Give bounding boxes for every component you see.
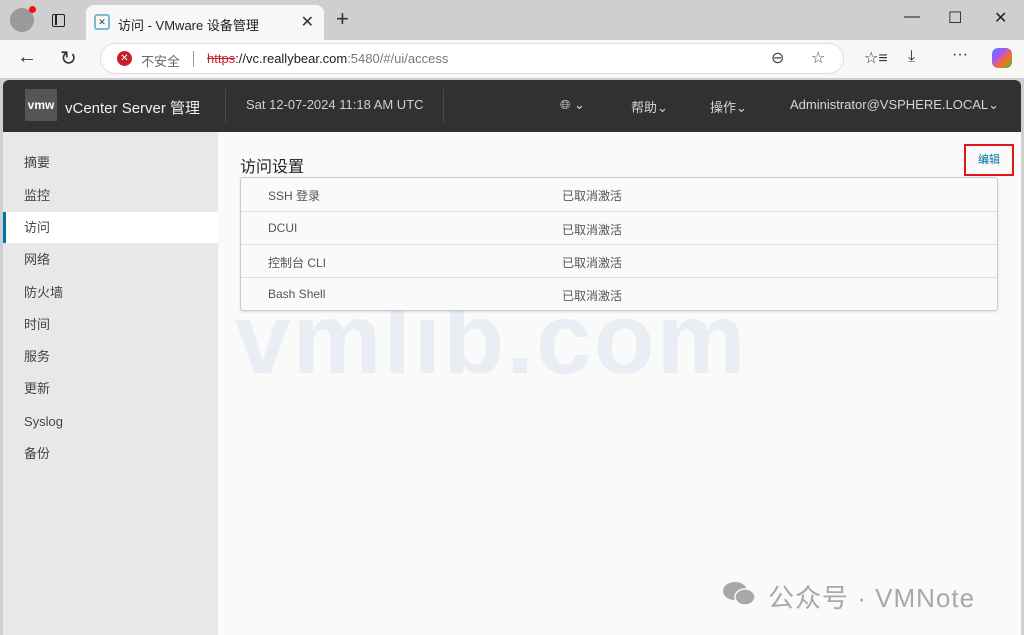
not-secure-label[interactable]: 不安全 [141,51,180,70]
user-menu[interactable]: Administrator@VSPHERE.LOCAL⌄ [790,97,999,113]
favorites-icon[interactable]: ☆≡ [864,48,888,68]
not-secure-icon: ✕ [117,51,132,66]
vmw-logo: vmw [25,89,57,121]
divider [443,89,444,123]
access-settings-table: SSH 登录 已取消激活 DCUI 已取消激活 控制台 CLI 已取消激活 Bash … [240,177,998,311]
setting-value: 已取消激活 [562,289,623,303]
table-row: DCUI 已取消激活 [241,211,997,244]
favorite-star-icon[interactable]: ☆ [811,48,825,68]
wechat-icon [723,582,756,606]
new-tab-button[interactable]: + [336,6,349,32]
url-scheme: https [207,51,236,66]
sidebar-item-update[interactable]: 更新 [3,373,218,404]
more-icon[interactable]: ··· [952,46,968,64]
sidebar-item-services[interactable]: 服务 [3,341,218,372]
app-header: vmw vCenter Server 管理 Sat 12-07-2024 11:… [3,80,1021,132]
footer-watermark: 公众号 · VMNote [768,583,976,613]
tab-title: 访问 - VMware 设备管理 [118,18,259,33]
sidebar-item-time[interactable]: 时间 [3,309,218,340]
tab-actions-icon[interactable] [52,14,65,27]
help-label: 帮助 [631,100,658,115]
page-title: 访问设置 [240,159,305,176]
help-menu[interactable]: 帮助⌄ [631,97,668,116]
main-content: vmlib.com 访问设置 编辑 SSH 登录 已取消激活 DCUI 已取消激活 … [218,132,1021,635]
product-title: vCenter Server 管理 [65,100,201,117]
minimize-icon[interactable]: — [904,8,920,26]
address-bar[interactable]: ✕ 不安全 https://vc.reallybear.com:5480/#/u… [100,43,844,74]
sidebar-item-networking[interactable]: 网络 [3,244,218,275]
vmware-favicon-icon: ✕ [94,14,110,30]
copilot-icon[interactable] [992,48,1012,68]
browser-tab[interactable]: ✕ 访问 - VMware 设备管理 ✕ [86,5,324,40]
sidebar-item-syslog[interactable]: Syslog [3,406,218,437]
edit-button[interactable]: 编辑 [964,144,1014,176]
refresh-icon[interactable]: ↻ [60,46,77,71]
url-path: :5480/#/ui/access [347,51,449,66]
divider [193,51,194,67]
close-tab-icon[interactable]: ✕ [301,12,314,32]
table-row: SSH 登录 已取消激活 [241,178,997,211]
zoom-out-icon[interactable]: ⊖ [771,48,784,68]
profile-avatar[interactable] [10,6,36,32]
actions-menu[interactable]: 操作⌄ [710,97,747,116]
language-globe-icon[interactable]: 🌐︎ ⌄ [560,97,585,113]
sidebar-item-backup[interactable]: 备份 [3,438,218,469]
setting-name: Bash Shell [268,287,326,301]
sidebar-item-summary[interactable]: 摘要 [3,147,218,178]
maximize-icon[interactable]: ☐ [948,8,962,28]
url-host: ://vc.reallybear.com [235,51,348,66]
user-label: Administrator@VSPHERE.LOCAL [790,97,989,112]
setting-value: 已取消激活 [562,223,623,237]
actions-label: 操作 [710,100,737,115]
setting-name: SSH 登录 [268,189,321,203]
sidebar-item-monitor[interactable]: 监控 [3,180,218,211]
setting-name: 控制台 CLI [268,256,327,270]
table-row: 控制台 CLI 已取消激活 [241,244,997,277]
vcenter-app: vmw vCenter Server 管理 Sat 12-07-2024 11:… [3,80,1021,635]
setting-name: DCUI [268,221,298,235]
back-icon[interactable]: ← [17,46,37,69]
browser-tab-bar: ✕ 访问 - VMware 设备管理 ✕ + — ☐ ✕ [0,0,1024,40]
setting-value: 已取消激活 [562,189,623,203]
divider [225,89,226,123]
url-text[interactable]: https://vc.reallybear.com:5480/#/ui/acce… [207,51,448,66]
datetime: Sat 12-07-2024 11:18 AM UTC [246,97,424,112]
sidebar: 摘要 监控 访问 网络 防火墙 时间 服务 更新 Syslog 备份 [3,132,218,635]
table-row: Bash Shell 已取消激活 [241,277,997,310]
sidebar-item-firewall[interactable]: 防火墙 [3,277,218,308]
setting-value: 已取消激活 [562,256,623,270]
close-window-icon[interactable]: ✕ [994,8,1007,28]
sidebar-item-access[interactable]: 访问 [3,212,218,243]
download-icon[interactable]: ⤓ [908,48,915,66]
